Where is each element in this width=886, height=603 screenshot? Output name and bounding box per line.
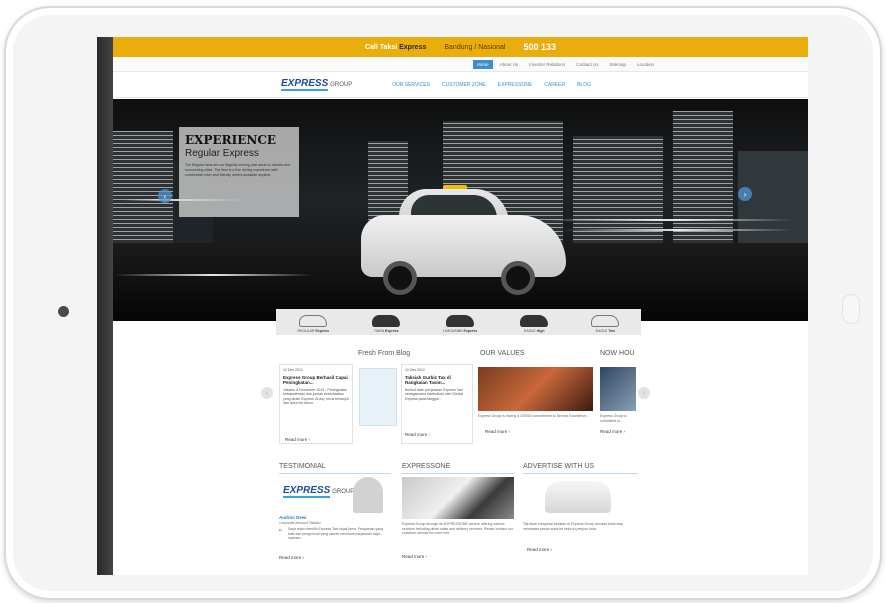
blog-title: Taksiah Gurbiz Tax di Rangkaian Tasim... — [405, 374, 451, 386]
light-streak — [113, 274, 313, 276]
light-streak — [563, 229, 793, 231]
logo-group: GROUP — [330, 81, 353, 88]
hero-banner: EXPERIENCE Regular Express The Regular t… — [113, 99, 808, 321]
nav-expressone[interactable]: EXPRESSONE — [498, 82, 532, 88]
taxi-car-image — [361, 185, 571, 295]
phone-number[interactable]: 500 133 — [523, 42, 556, 52]
expressone-text: Express Group through its EXPRESSONE ser… — [402, 522, 513, 535]
quote-icon: “ — [279, 528, 282, 537]
testimonial-name: Andrini Dewi — [279, 515, 307, 520]
side-button — [842, 294, 860, 324]
nav-blog[interactable]: BLOG — [577, 82, 591, 88]
advertise-photo — [545, 481, 611, 513]
read-more-link[interactable]: Read more › — [600, 429, 625, 434]
read-more-link[interactable]: Read more › — [402, 554, 427, 559]
read-more-link[interactable]: Read more › — [285, 437, 310, 442]
read-more-link[interactable]: Read more › — [527, 547, 552, 552]
blog-next-arrow[interactable]: › — [638, 387, 650, 399]
avatar — [353, 477, 383, 513]
main-nav: OUR SERVICES CUSTOMER ZONE EXPRESSONE CA… — [392, 82, 591, 88]
fleet-item[interactable]: REGULAR Express — [298, 315, 329, 333]
logo-mark: EXPRESS — [281, 78, 329, 91]
building — [573, 136, 663, 251]
car-icon — [299, 315, 328, 327]
blog-card[interactable]: 10 Des 2012 Express Group Berhasil Capai… — [279, 364, 353, 444]
fleet-item[interactable]: EAGLE High — [520, 315, 549, 333]
our-values-photo — [478, 367, 593, 411]
subnav-sitemap[interactable]: Sitemap — [605, 60, 630, 69]
hero-next-arrow[interactable]: › — [738, 187, 752, 201]
read-more-link[interactable]: Read more › — [279, 555, 304, 560]
call-taxi-text: Call Taksi Express — [364, 43, 427, 51]
home-button[interactable] — [58, 306, 69, 317]
car-icon — [372, 315, 401, 327]
car-icon — [446, 315, 475, 327]
blog-title: Express Group Berhasil Capai Peningkatan… — [283, 374, 348, 386]
call-label: Bandung / Nasional — [444, 43, 506, 51]
nav-customer-zone[interactable]: CUSTOMER ZONE — [442, 82, 486, 88]
expressone-thumbnail — [359, 368, 397, 426]
subnav-home[interactable]: Home — [472, 59, 493, 69]
hero-title: EXPERIENCE — [185, 133, 277, 147]
car-icon — [520, 315, 549, 327]
light-streak — [543, 219, 793, 221]
hero-caption: EXPERIENCE Regular Express The Regular t… — [179, 127, 299, 217]
expressone-heading: EXPRESSONE — [402, 463, 451, 470]
fleet-item[interactable]: TIARA Express — [372, 315, 401, 333]
blog-heading: Fresh From Blog — [358, 350, 411, 357]
expressone-photo — [402, 477, 514, 519]
subnav-investor[interactable]: Investor Relations — [525, 60, 569, 69]
now-heading: NOW HOU — [600, 350, 635, 357]
subnav-location[interactable]: Location — [633, 60, 658, 69]
divider — [523, 473, 638, 474]
website: Call Taksi Express Bandung / Nasional 50… — [113, 37, 808, 575]
car-wheel — [383, 261, 417, 295]
subnav-about[interactable]: About Us — [496, 60, 523, 69]
testimonial-quote: Saya telah memilih Express Taxi sejak la… — [288, 527, 384, 540]
divider — [402, 473, 514, 474]
car-wheel — [501, 261, 535, 295]
hero-subtitle: Regular Express — [185, 148, 259, 159]
express-group-logo[interactable]: EXPRESS GROUP — [281, 78, 352, 91]
hero-prev-arrow[interactable]: ‹ — [158, 189, 172, 203]
now-text: Express Group is committed to... — [600, 414, 627, 423]
car-icon — [591, 315, 620, 327]
screen-left-edge — [97, 37, 113, 575]
advertise-heading: ADVERTISE WITH US — [523, 463, 595, 470]
fleet-item[interactable]: EAGLE Taxi — [591, 315, 620, 333]
nav-career[interactable]: CAREER — [544, 82, 565, 88]
blog-prev-arrow[interactable]: ‹ — [261, 387, 273, 399]
now-photo — [600, 367, 636, 411]
utility-nav: Home About Us Investor Relations Contact… — [113, 57, 808, 72]
site-header: EXPRESS GROUP OUR SERVICES CUSTOMER ZONE… — [113, 72, 808, 98]
tablet-screen: Call Taksi Express Bandung / Nasional 50… — [97, 37, 808, 575]
divider — [279, 473, 391, 474]
advertise-text: Tak akan menyesal beriklan di Express Gr… — [523, 522, 623, 531]
building — [738, 151, 808, 251]
read-more-link[interactable]: Read more › — [405, 432, 430, 437]
our-values-heading: OUR VALUES — [480, 350, 525, 357]
hero-body: The Regular taxis are our flagship servi… — [185, 163, 290, 177]
top-call-bar: Call Taksi Express Bandung / Nasional 50… — [113, 37, 808, 57]
testimonial-role: Corporate Account Taksiku — [279, 521, 321, 525]
testimonial-logo: EXPRESS GROUP — [283, 485, 355, 498]
fleet-selector: REGULAR Express TIARA Express LIMOUSINE … — [276, 309, 641, 335]
read-more-link[interactable]: Read more › — [485, 429, 510, 434]
nav-our-services[interactable]: OUR SERVICES — [392, 82, 430, 88]
testimonial-heading: TESTIMONIAL — [279, 463, 326, 470]
our-values-text: Express Group is having a 100000 commitm… — [478, 414, 590, 418]
fleet-item[interactable]: LIMOUSINE Express — [443, 315, 477, 333]
subnav-contact[interactable]: Contact Us — [572, 60, 602, 69]
